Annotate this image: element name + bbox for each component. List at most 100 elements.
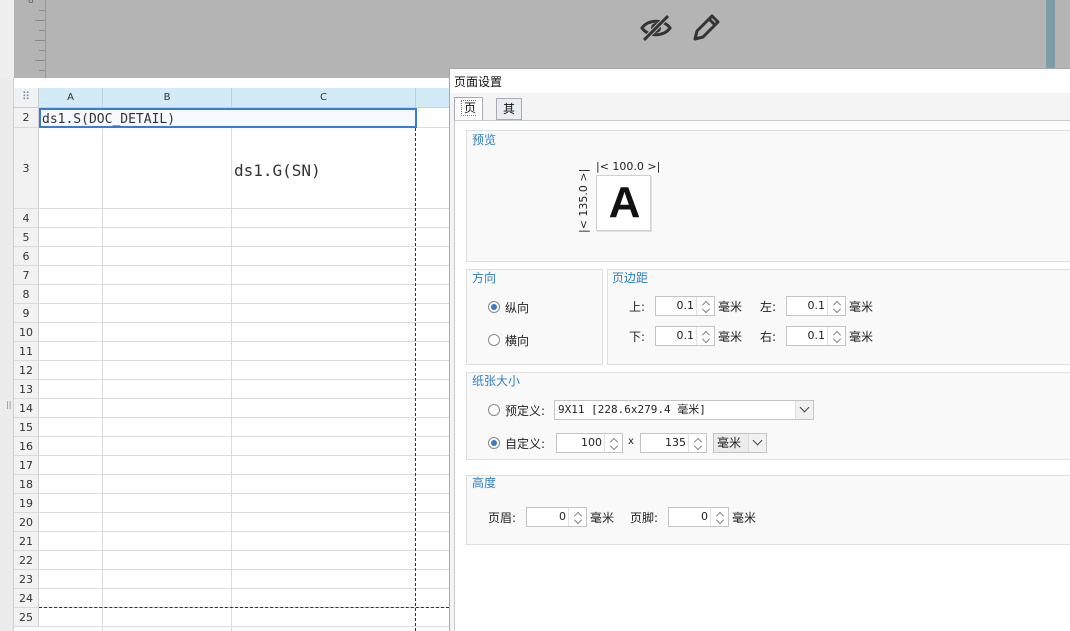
row-gridline — [39, 341, 449, 342]
margin-bottom-unit: 毫米 — [718, 330, 743, 344]
app-window: 8 || ⠿ A B C 2 3 4 5 6 7 8 9 10 11 12 13 14 15 16 17 18 1… — [0, 0, 1070, 631]
row-header[interactable]: 5 — [14, 228, 39, 247]
eye-slash-icon[interactable] — [638, 10, 674, 46]
cell-sn[interactable]: ds1.G(SN) — [234, 161, 321, 180]
cell-doc-detail[interactable]: ds1.S(DOC_DETAIL) — [42, 112, 175, 127]
margin-top-unit: 毫米 — [718, 300, 743, 314]
portrait-label[interactable]: 纵向 — [505, 299, 529, 316]
row-header[interactable]: 11 — [14, 342, 39, 361]
canvas-area: 8 — [0, 0, 1070, 78]
grip-icon: || — [6, 400, 12, 409]
margin-bottom-label: 下: — [629, 330, 646, 344]
preset-radio[interactable] — [488, 404, 500, 416]
row-gridline — [39, 512, 449, 513]
dialog-titlebar[interactable] — [450, 69, 1070, 93]
col-header-d[interactable] — [416, 88, 449, 108]
row-header[interactable]: 14 — [14, 399, 39, 418]
preview-height-dim: |< 135.0 >| — [577, 168, 590, 233]
margin-left-input[interactable]: 0.1 — [786, 296, 846, 316]
row-header[interactable]: 25 — [14, 608, 39, 627]
page-break-horizontal — [39, 607, 449, 608]
row-header[interactable]: 10 — [14, 323, 39, 342]
preview-width-dim: |< 100.0 >| — [596, 160, 661, 173]
row-gridline — [39, 284, 449, 285]
row-gridline — [39, 303, 449, 304]
row-header[interactable]: 2 — [14, 108, 39, 128]
row-header[interactable]: 17 — [14, 456, 39, 475]
row-gridline — [39, 569, 449, 570]
row-gridline — [39, 550, 449, 551]
row-gridline — [39, 588, 449, 589]
left-panel-strip — [0, 0, 14, 78]
header-label: 页眉: — [488, 511, 517, 525]
row-header[interactable]: 23 — [14, 570, 39, 589]
col-divider — [102, 108, 103, 631]
preset-label[interactable]: 预定义: — [505, 402, 545, 419]
landscape-label[interactable]: 横向 — [505, 332, 529, 349]
row-gridline — [39, 227, 449, 228]
row-header[interactable]: 24 — [14, 589, 39, 608]
unit-select[interactable]: 毫米 — [713, 433, 767, 453]
select-all-corner[interactable]: ⠿ — [14, 88, 39, 108]
dialog-title: 页面设置 — [454, 75, 503, 89]
left-collapsed-panel[interactable]: || — [0, 78, 14, 631]
col-header-c[interactable]: C — [232, 88, 416, 108]
col-header-b[interactable]: B — [103, 88, 232, 108]
row-header[interactable]: 16 — [14, 437, 39, 456]
tab-page[interactable]: 页面 — [454, 97, 484, 136]
margin-top-label: 上: — [629, 300, 646, 314]
row-gridline — [39, 474, 449, 475]
tab-other[interactable]: 其他 — [496, 98, 523, 136]
margin-top-input[interactable]: 0.1 — [655, 296, 715, 316]
custom-radio[interactable] — [488, 437, 500, 449]
margins-title: 页边距 — [612, 271, 649, 285]
row-gridline — [39, 265, 449, 266]
landscape-radio[interactable] — [488, 334, 500, 346]
preview-group — [466, 130, 1070, 262]
col-header-a[interactable]: A — [39, 88, 103, 108]
orientation-title: 方向 — [472, 271, 497, 285]
custom-width-input[interactable]: 100 — [556, 433, 623, 453]
row-header[interactable]: 6 — [14, 247, 39, 266]
portrait-radio[interactable] — [488, 301, 500, 313]
header-height-input[interactable]: 0 — [526, 507, 587, 527]
row-gridline — [39, 398, 449, 399]
row-gridline — [39, 436, 449, 437]
row-header[interactable]: 8 — [14, 285, 39, 304]
paper-size-title: 纸张大小 — [472, 374, 521, 388]
row-header[interactable]: 20 — [14, 513, 39, 532]
footer-label: 页脚: — [630, 511, 659, 525]
row-header[interactable]: 18 — [14, 475, 39, 494]
row-gridline — [39, 379, 449, 380]
margin-right-input[interactable]: 0.1 — [786, 326, 846, 346]
row-header[interactable]: 21 — [14, 532, 39, 551]
row-gridline — [39, 417, 449, 418]
footer-height-input[interactable]: 0 — [668, 507, 729, 527]
row-header[interactable]: 7 — [14, 266, 39, 285]
row-gridline — [39, 531, 449, 532]
row-header[interactable]: 12 — [14, 361, 39, 380]
paper-preview: A — [596, 175, 651, 231]
row-header[interactable]: 15 — [14, 418, 39, 437]
preset-select[interactable]: 9X11 [228.6x279.4 毫米] — [554, 400, 814, 420]
row-header[interactable]: 22 — [14, 551, 39, 570]
row-header[interactable]: 3 — [14, 128, 39, 209]
preview-title: 预览 — [472, 131, 497, 148]
ruler-digit: 8 — [28, 0, 34, 6]
margin-bottom-input[interactable]: 0.1 — [655, 326, 715, 346]
col-divider — [231, 108, 232, 631]
custom-height-input[interactable]: 135 — [640, 433, 707, 453]
margin-right-unit: 毫米 — [849, 330, 874, 344]
row-header[interactable]: 13 — [14, 380, 39, 399]
row-gridline — [39, 246, 449, 247]
scroll-accent — [1046, 0, 1055, 68]
vertical-ruler: 8 — [14, 0, 46, 78]
margin-left-unit: 毫米 — [849, 300, 874, 314]
pencil-icon[interactable] — [688, 10, 724, 46]
row-header[interactable]: 19 — [14, 494, 39, 513]
preview-letter: A — [608, 178, 641, 227]
row-header[interactable]: 9 — [14, 304, 39, 323]
margins-group — [607, 269, 1070, 365]
row-header[interactable]: 4 — [14, 209, 39, 228]
custom-label[interactable]: 自定义: — [505, 435, 545, 452]
